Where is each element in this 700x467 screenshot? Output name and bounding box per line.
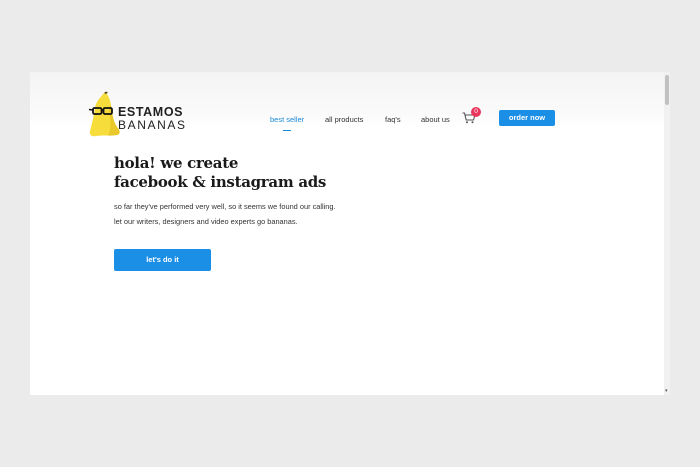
scrollbar-thumb[interactable] (665, 75, 669, 105)
hero-headline: hola! we create facebook & instagram ads (114, 154, 326, 192)
lets-do-it-button[interactable]: let's do it (114, 249, 211, 271)
nav-best-seller[interactable]: best seller (270, 115, 304, 131)
scroll-down-arrow-icon[interactable]: ▾ (665, 389, 668, 394)
logo[interactable]: ESTAMOS BANANAS (87, 91, 187, 139)
nav-about-us[interactable]: about us (421, 115, 450, 124)
hero-headline-line1: hola! we create (114, 154, 239, 172)
vertical-scrollbar[interactable]: ▾ (664, 72, 670, 395)
logo-wordmark-bottom: BANANAS (118, 118, 187, 132)
browser-viewport: ESTAMOS BANANAS best seller all products… (30, 72, 670, 395)
hero-subtext-line1: so far they've performed very well, so i… (114, 202, 336, 211)
nav-faqs[interactable]: faq's (385, 115, 401, 124)
nav-all-products[interactable]: all products (325, 115, 363, 124)
logo-wordmark-top: ESTAMOS (118, 105, 184, 119)
hero-subtext-line2: let our writers, designers and video exp… (114, 217, 298, 226)
cart-count-badge: 0 (471, 107, 481, 117)
hero-headline-line2: facebook & instagram ads (114, 173, 327, 191)
order-now-button[interactable]: order now (499, 110, 555, 126)
